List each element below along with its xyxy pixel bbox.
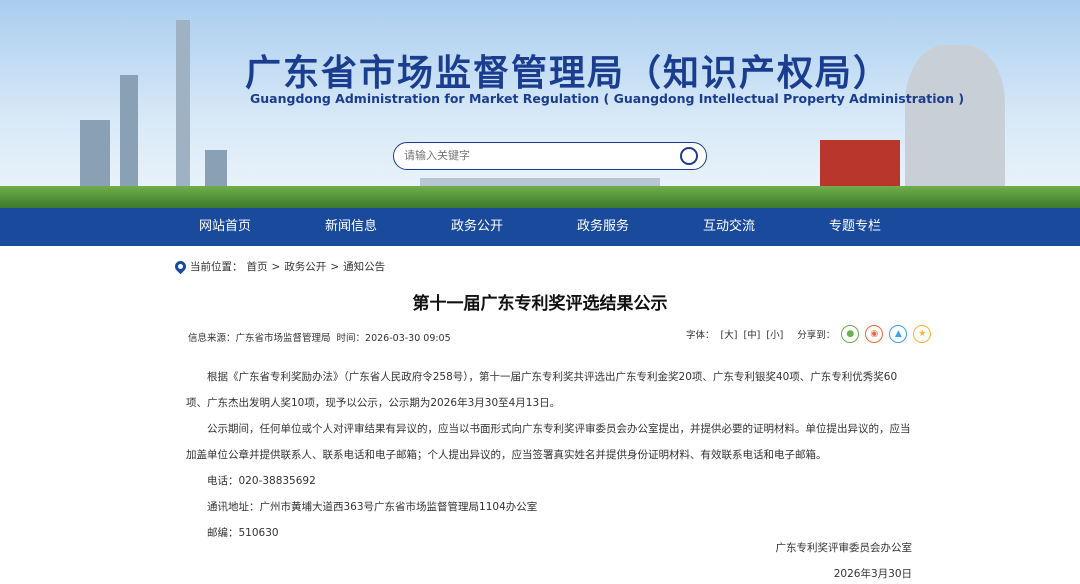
zhenhai-tower [820,140,900,190]
nav-news[interactable]: 新闻信息 [288,208,414,246]
header-banner: 广东省市场监督管理局（知识产权局） Guangdong Administrati… [0,0,1080,208]
breadcrumb-home[interactable]: 首页 [247,259,268,274]
share-label: 分享到： [797,330,836,341]
article-title: 第十一届广东专利奖评选结果公示 [412,294,668,314]
paragraph: 根据《广东省专利奖励办法》（广东省人民政府令258号），第十一届广东专利奖共评选… [186,371,898,409]
font-large[interactable]: [大] [721,327,738,341]
article-tools: 字体： [大] [中] [小] 分享到： ● ◉ ▲ ★ [686,325,932,343]
search-input[interactable] [404,149,664,162]
breadcrumb-sep: > [330,260,340,273]
nav-gov-affairs[interactable]: 政务公开 [414,208,540,246]
paragraph: 公示期间，任何单位或个人对评审结果有异议的，应当以书面形式向广东专利奖评审委员会… [186,423,911,461]
breadcrumb-notice[interactable]: 通知公告 [343,259,385,274]
nav-gov-services[interactable]: 政务服务 [540,208,666,246]
canton-tower [176,20,190,190]
location-pin-icon [172,258,189,275]
address: 通讯地址：广州市黄埔大道西363号广东省市场监督管理局1104办公室 [207,501,538,513]
site-title-en: Guangdong Administration for Market Regu… [250,91,965,106]
weibo-icon[interactable]: ◉ [865,325,884,343]
breadcrumb-sep: > [271,260,281,273]
breadcrumb-label: 当前位置： [190,261,243,273]
article-body: 根据《广东省专利奖励办法》（广东省人民政府令258号），第十一届广东专利奖共评选… [186,364,912,546]
search-icon[interactable] [680,147,698,165]
font-medium[interactable]: [中] [743,327,760,341]
building [80,120,110,190]
main-nav: 网站首页 新闻信息 政务公开 政务服务 互动交流 专题专栏 [0,208,1080,246]
date: 2026年3月30日 [833,568,912,580]
nav-interaction[interactable]: 互动交流 [666,208,792,246]
building [205,150,227,190]
breadcrumb: 当前位置： 首页 > 政务公开 > 通知公告 [172,258,385,275]
qzone-star-icon[interactable]: ★ [913,325,932,343]
wechat-icon[interactable]: ● [841,325,860,343]
signature: 广东专利奖评审委员会办公室 [775,542,913,554]
qq-icon[interactable]: ▲ [889,325,908,343]
greenery [0,186,1080,208]
site-title: 广东省市场监督管理局（知识产权局） [245,53,892,94]
nav-home[interactable]: 网站首页 [162,208,288,246]
breadcrumb-gov[interactable]: 政务公开 [284,259,326,274]
search-box [393,142,707,170]
font-label: 字体： [686,330,715,341]
font-small[interactable]: [小] [766,327,783,341]
nav-topics[interactable]: 专题专栏 [792,208,918,246]
building [120,75,138,190]
article-meta: 信息来源：广东省市场监督管理局 时间：2026-03-30 09:05 [188,333,451,344]
goat-statue [905,45,1005,190]
phone: 电话：020-38835692 [207,475,316,487]
